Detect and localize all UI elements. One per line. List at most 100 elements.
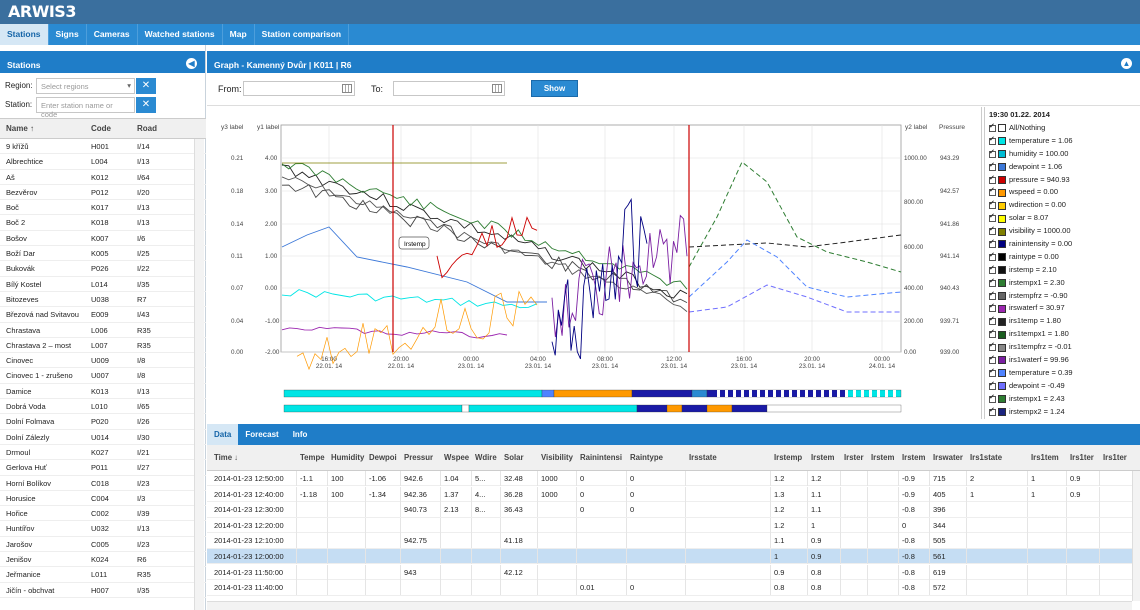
data-row[interactable]: 2014-01-23 12:20:00 1.2 1 0 344 [207, 517, 1132, 534]
data-col-header[interactable]: Humidity [331, 453, 366, 462]
station-row[interactable]: Huntířov U032 I/13 [0, 521, 206, 537]
legend-item[interactable]: wspeed = 0.00 [989, 185, 1136, 199]
data-row[interactable]: 2014-01-23 11:40:00 0.01 0 0.8 0.8 -0.8 572 [207, 580, 1132, 596]
station-row[interactable]: Chrastava L006 R35 [0, 323, 206, 338]
legend-item[interactable]: rainintensity = 0.00 [989, 237, 1136, 251]
data-tab-2[interactable]: Info [286, 424, 315, 445]
data-col-header[interactable]: Wspee [444, 453, 472, 462]
collapse-up-icon[interactable]: ▲ [1121, 58, 1132, 69]
data-row[interactable]: 2014-01-23 12:00:00 1 0.9 -0.8 561 [207, 549, 1132, 565]
station-row[interactable]: Jičín - obchvat H007 I/35 [0, 583, 206, 598]
legend-item[interactable]: irs1waterf = 99.96 [989, 353, 1136, 367]
legend-checkbox[interactable] [989, 327, 996, 340]
to-date-input[interactable] [393, 81, 505, 96]
legend-item[interactable]: pressure = 940.93 [989, 173, 1136, 187]
legend-item[interactable]: temperature = 0.39 [989, 366, 1136, 380]
station-row[interactable]: Bošov K007 I/6 [0, 231, 206, 247]
data-col-header[interactable]: Irs1tem [1031, 453, 1067, 462]
data-row[interactable]: 2014-01-23 12:50:00 -1.1 100 -1.06 942.6 1.04… [207, 471, 1132, 487]
station-row[interactable]: Gerlova Huť P011 I/27 [0, 460, 206, 476]
data-col-header[interactable]: Dewpoi [369, 453, 401, 462]
data-vertical-scrollbar[interactable] [1132, 471, 1140, 601]
legend-checkbox[interactable] [989, 301, 996, 314]
station-row[interactable]: 9 křížů H001 I/14 [0, 139, 206, 155]
nav-tab-5[interactable]: Station comparison [255, 24, 350, 45]
data-tab-0[interactable]: Data [207, 424, 239, 445]
show-button[interactable]: Show [531, 80, 578, 97]
data-col-header[interactable]: Irswater [933, 453, 967, 462]
station-row[interactable]: Boč K017 I/13 [0, 200, 206, 216]
legend-checkbox[interactable] [989, 160, 996, 173]
data-col-header[interactable]: Irs1ter [1070, 453, 1100, 462]
legend-checkbox[interactable] [989, 134, 996, 147]
legend-checkbox[interactable] [989, 211, 996, 224]
station-row[interactable]: Bezvěrov P012 I/20 [0, 185, 206, 201]
legend-checkbox[interactable] [989, 340, 996, 353]
region-select[interactable]: Select regions ▾ [36, 78, 135, 94]
nav-tab-2[interactable]: Cameras [87, 24, 138, 45]
data-col-header[interactable]: Rainintensi [580, 453, 627, 462]
stations-scrollbar[interactable] [194, 139, 204, 610]
data-horizontal-scrollbar[interactable] [207, 601, 1132, 610]
station-row[interactable]: Jarošov C005 I/23 [0, 537, 206, 553]
legend-item[interactable]: irstempx1 = 2.30 [989, 276, 1136, 290]
station-row[interactable]: Albrechtice L004 I/13 [0, 154, 206, 170]
legend-item[interactable]: irs1temp = 1.80 [989, 314, 1136, 328]
legend-item[interactable]: irstempfrz = -0.90 [989, 289, 1136, 303]
nav-tab-4[interactable]: Map [223, 24, 255, 45]
legend-checkbox[interactable] [989, 405, 996, 417]
legend-item[interactable]: irstempx1 = 2.43 [989, 392, 1136, 406]
data-col-header[interactable]: Irstemp [774, 453, 808, 462]
station-graph[interactable]: y3 label y1 label y2 label Pressure 0.21… [207, 107, 982, 419]
legend-item[interactable]: visibility = 1000.00 [989, 224, 1136, 238]
legend-checkbox[interactable] [989, 392, 996, 405]
data-col-header[interactable]: Irstem [902, 453, 930, 462]
station-row[interactable]: Drmoul K027 I/21 [0, 445, 206, 461]
station-row[interactable]: Damice K013 I/13 [0, 384, 206, 400]
legend-checkbox[interactable] [989, 250, 996, 263]
col-road[interactable]: Road [131, 119, 191, 138]
station-row[interactable]: Hořice C002 I/39 [0, 506, 206, 522]
legend-checkbox[interactable] [989, 379, 996, 392]
station-search-input[interactable]: Enter station name or code [36, 97, 135, 119]
station-row[interactable]: Boč 2 K018 I/13 [0, 215, 206, 231]
station-row[interactable]: Jenišov K024 R6 [0, 552, 206, 568]
legend-checkbox[interactable] [989, 198, 996, 211]
legend-item[interactable]: irs1tempx1 = 1.80 [989, 327, 1136, 341]
legend-checkbox[interactable] [989, 121, 996, 134]
nav-tab-1[interactable]: Signs [49, 24, 87, 45]
station-row[interactable]: Jeřmanice L011 R35 [0, 567, 206, 583]
col-code[interactable]: Code [87, 119, 131, 138]
station-row[interactable]: Aš K012 I/64 [0, 170, 206, 185]
data-col-header[interactable]: Tempe [300, 453, 328, 462]
data-col-header[interactable]: Time ↓ [214, 453, 297, 462]
data-col-header[interactable]: Pressur [404, 453, 441, 462]
legend-item[interactable]: humidity = 100.00 [989, 147, 1136, 161]
legend-checkbox[interactable] [989, 353, 996, 366]
station-row[interactable]: Dolní Zálezly U014 I/30 [0, 430, 206, 445]
nav-tab-0[interactable]: Stations [0, 24, 49, 45]
clear-station-button[interactable]: ✕ [136, 97, 156, 113]
data-row[interactable]: 2014-01-23 12:40:00 -1.18 100 -1.34 942.36 1.… [207, 486, 1132, 502]
legend-checkbox[interactable] [989, 366, 996, 379]
legend-checkbox[interactable] [989, 185, 996, 198]
legend-checkbox[interactable] [989, 173, 996, 185]
station-row[interactable]: Cinovec 1 - zrušeno U007 I/8 [0, 368, 206, 384]
legend-item[interactable]: irs1tempfrz = -0.01 [989, 340, 1136, 354]
calendar-icon[interactable] [492, 84, 502, 93]
data-col-header[interactable]: Irstem [811, 453, 841, 462]
legend-item[interactable]: temperature = 1.06 [989, 134, 1136, 148]
station-row[interactable]: Bílý Kostel L014 I/35 [0, 277, 206, 292]
legend-item[interactable]: irswaterf = 30.97 [989, 301, 1136, 315]
data-row[interactable]: 2014-01-23 11:50:00 943 42.12 0.9 0.8 -0.8 619 [207, 564, 1132, 580]
data-col-header[interactable]: Irster [844, 453, 868, 462]
data-col-header[interactable]: Irs1ter [1103, 453, 1129, 462]
station-row[interactable]: Bukovák P026 I/22 [0, 261, 206, 277]
legend-checkbox[interactable] [989, 276, 996, 289]
legend-checkbox[interactable] [989, 237, 996, 250]
data-col-header[interactable]: Irs1state [970, 453, 1028, 462]
legend-checkbox[interactable] [989, 314, 996, 327]
legend-item[interactable]: raintype = 0.00 [989, 250, 1136, 264]
station-row[interactable]: Cinovec U009 I/8 [0, 353, 206, 369]
data-col-header[interactable]: Irstem [871, 453, 899, 462]
